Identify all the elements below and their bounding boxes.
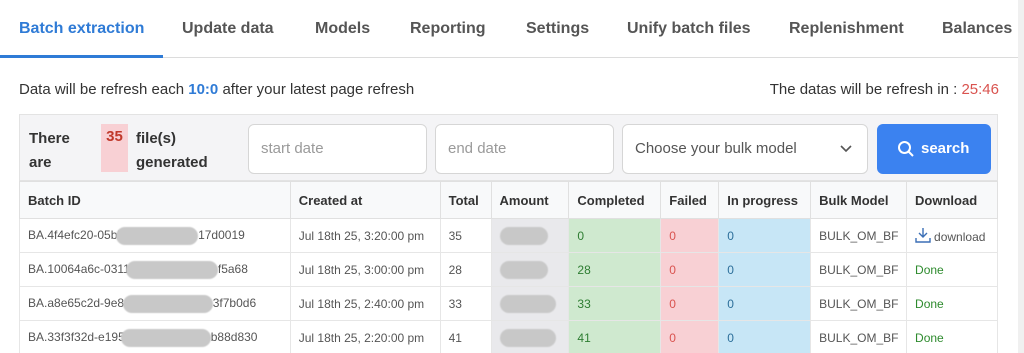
- in-progress-cell: 0: [718, 320, 812, 353]
- batch-id-cell: BA.33f3f32d-e195- b88d830: [19, 320, 291, 353]
- redacted-blur: [125, 260, 218, 279]
- table-row: BA.33f3f32d-e195- b88d830 Jul 18th 25, 2:…: [19, 320, 998, 353]
- failed-cell: 0: [660, 286, 720, 321]
- search-icon: [898, 141, 914, 157]
- file-count-badge: 35: [101, 124, 128, 172]
- completed-cell: 41: [568, 320, 662, 353]
- tab-reporting[interactable]: Reporting: [410, 0, 486, 58]
- download-status: Done: [906, 286, 998, 321]
- total-cell: 35: [439, 218, 492, 253]
- amount-cell: [490, 252, 570, 287]
- header-failed[interactable]: Failed: [660, 181, 720, 219]
- header-total[interactable]: Total: [439, 181, 492, 219]
- batch-id-cell: BA.4f4efc20-05bb 17d0019: [19, 218, 291, 253]
- batch-id-cell: BA.a8e65c2d-9e8a 3f7b0d6: [19, 286, 291, 321]
- header-created-at[interactable]: Created at: [289, 181, 441, 219]
- table-row: BA.4f4efc20-05bb 17d0019 Jul 18th 25, 3:2…: [19, 218, 998, 253]
- end-date-input[interactable]: end date: [435, 124, 614, 174]
- created-at-cell: Jul 18th 25, 3:00:00 pm: [289, 252, 441, 287]
- there-are-label: There are: [29, 130, 70, 171]
- header-in-progress[interactable]: In progress: [718, 181, 812, 219]
- batch-table: Batch ID Created at Total Amount Complet…: [19, 181, 998, 353]
- redacted-blur: [120, 328, 211, 347]
- redacted-blur: [499, 260, 548, 279]
- batch-id-end: f5a68: [217, 261, 248, 276]
- failed-cell: 0: [660, 252, 720, 287]
- refresh-suffix: after your latest page refresh: [218, 81, 415, 98]
- bulk-model-cell: BULK_OM_BF: [810, 320, 908, 353]
- download-link[interactable]: download: [906, 218, 998, 253]
- table-row: BA.10064a6c-0311- f5a68 Jul 18th 25, 3:00…: [19, 252, 998, 287]
- total-cell: 41: [439, 320, 492, 353]
- redacted-blur: [116, 226, 199, 245]
- download-status: Done: [906, 320, 998, 353]
- tab-bar: Batch extraction Update data Models Repo…: [0, 0, 1024, 58]
- batch-id-cell: BA.10064a6c-0311- f5a68: [19, 252, 291, 287]
- tab-update-data[interactable]: Update data: [182, 0, 274, 58]
- active-tab-indicator: [0, 55, 163, 58]
- search-button[interactable]: search: [877, 124, 991, 174]
- batch-id-start: BA.a8e65c2d-9e8a: [28, 295, 131, 310]
- bulk-model-select[interactable]: Choose your bulk model: [622, 124, 868, 174]
- created-at-cell: Jul 18th 25, 2:40:00 pm: [289, 286, 441, 321]
- in-progress-cell: 0: [718, 252, 812, 287]
- search-button-label: search: [921, 140, 970, 157]
- download-label: download: [934, 230, 986, 244]
- batch-id-start: BA.10064a6c-0311-: [28, 261, 134, 276]
- table-header-row: Batch ID Created at Total Amount Complet…: [19, 181, 998, 219]
- amount-cell: [490, 286, 570, 321]
- tab-settings[interactable]: Settings: [526, 0, 589, 58]
- header-bulk-model[interactable]: Bulk Model: [810, 181, 908, 219]
- tab-models[interactable]: Models: [315, 0, 370, 58]
- header-amount[interactable]: Amount: [490, 181, 570, 219]
- bulk-model-cell: BULK_OM_BF: [810, 252, 908, 287]
- download-status: Done: [906, 252, 998, 287]
- scrollbar[interactable]: [1018, 0, 1024, 353]
- failed-cell: 0: [660, 320, 720, 353]
- bulk-model-select-value: Choose your bulk model: [635, 140, 797, 157]
- batch-id-start: BA.4f4efc20-05bb: [28, 227, 125, 242]
- chevron-down-icon: [840, 145, 852, 153]
- header-download[interactable]: Download: [906, 181, 998, 219]
- filter-bar: There are 35 file(s) generated start dat…: [19, 114, 998, 181]
- header-completed[interactable]: Completed: [568, 181, 662, 219]
- countdown-value: 25:46: [961, 81, 999, 98]
- total-cell: 33: [439, 286, 492, 321]
- refresh-prefix: Data will be refresh each: [19, 81, 189, 98]
- refresh-info: Data will be refresh each 10:0 after you…: [19, 81, 414, 98]
- total-cell: 28: [439, 252, 492, 287]
- batch-id-end: 17d0019: [198, 227, 245, 242]
- refresh-countdown: The datas will be refresh in : 25:46: [770, 81, 999, 98]
- table-row: BA.a8e65c2d-9e8a 3f7b0d6 Jul 18th 25, 2:4…: [19, 286, 998, 321]
- files-generated-label: file(s) generated: [136, 130, 208, 171]
- in-progress-cell: 0: [718, 218, 812, 253]
- in-progress-cell: 0: [718, 286, 812, 321]
- bulk-model-cell: BULK_OM_BF: [810, 286, 908, 321]
- bulk-model-cell: BULK_OM_BF: [810, 218, 908, 253]
- amount-cell: [490, 218, 570, 253]
- amount-cell: [490, 320, 570, 353]
- tab-batch-extraction[interactable]: Batch extraction: [19, 0, 144, 58]
- completed-cell: 0: [568, 218, 662, 253]
- completed-cell: 28: [568, 252, 662, 287]
- created-at-cell: Jul 18th 25, 3:20:00 pm: [289, 218, 441, 253]
- failed-cell: 0: [660, 218, 720, 253]
- refresh-interval: 10:0: [188, 81, 219, 98]
- tab-replenishment[interactable]: Replenishment: [789, 0, 904, 58]
- batch-id-end: 3f7b0d6: [212, 295, 257, 310]
- created-at-cell: Jul 18th 25, 2:20:00 pm: [289, 320, 441, 353]
- start-date-input[interactable]: start date: [248, 124, 427, 174]
- batch-id-end: b88d830: [210, 329, 258, 344]
- tab-balances[interactable]: Balances: [942, 0, 1012, 58]
- batch-id-start: BA.33f3f32d-e195-: [28, 329, 129, 344]
- redacted-blur: [499, 328, 556, 347]
- countdown-label: The datas will be refresh in :: [769, 81, 962, 98]
- download-icon: [915, 228, 931, 243]
- redacted-blur: [122, 294, 213, 313]
- tab-unify-batch-files[interactable]: Unify batch files: [627, 0, 751, 58]
- redacted-blur: [499, 294, 556, 313]
- completed-cell: 33: [568, 286, 662, 321]
- redacted-blur: [499, 226, 548, 245]
- header-batch-id[interactable]: Batch ID: [19, 181, 291, 219]
